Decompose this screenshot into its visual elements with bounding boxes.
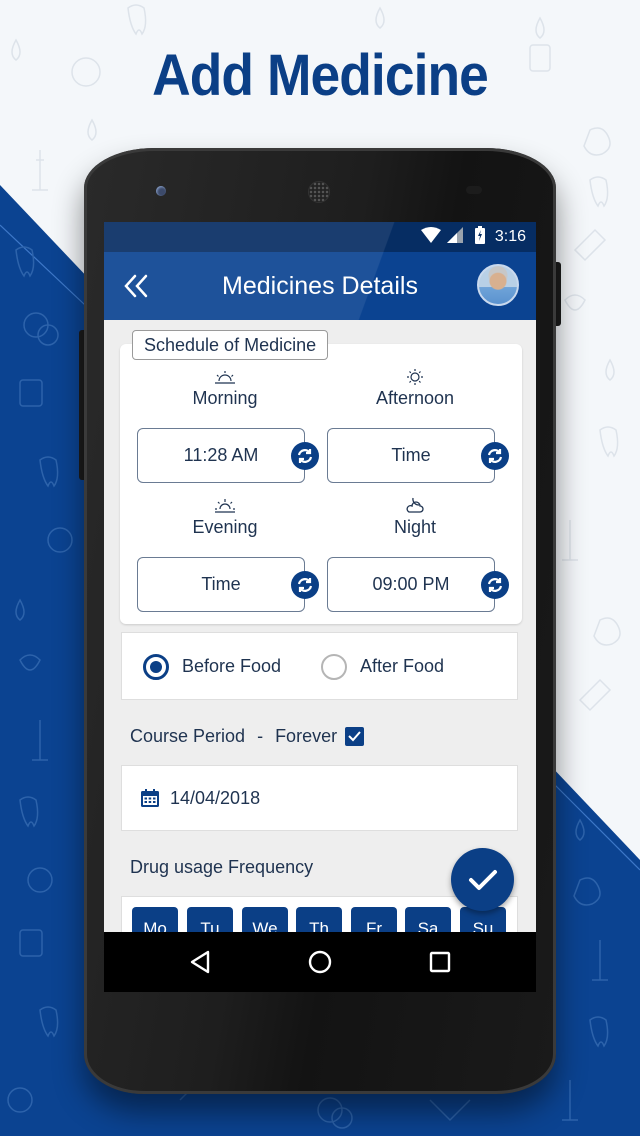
refresh-icon	[297, 578, 313, 592]
checkmark-icon	[348, 731, 361, 742]
afternoon-time-field[interactable]: Time	[327, 428, 495, 483]
calendar-icon	[141, 789, 159, 807]
schedule-card: Morning 11:28 AM Afternoon Time Evening …	[120, 344, 522, 624]
phone-screen: 3:16 Medicines Details Schedule of Medic…	[104, 222, 536, 992]
recents-square-icon	[429, 951, 451, 973]
phone-camera	[156, 186, 166, 196]
night-refresh-button[interactable]	[481, 571, 509, 599]
back-triangle-icon	[190, 950, 210, 974]
course-period-separator: -	[257, 726, 264, 746]
sunrise-icon	[140, 370, 310, 384]
frequency-label: Drug usage Frequency	[130, 857, 314, 877]
sun-icon	[330, 368, 500, 386]
forever-checkbox[interactable]	[345, 727, 365, 746]
afternoon-label: Afternoon	[375, 388, 455, 408]
status-time: 3:16	[494, 228, 526, 245]
before-food-label[interactable]: Before Food	[182, 656, 281, 677]
status-bar: 3:16	[104, 222, 536, 252]
wifi-icon	[420, 226, 441, 248]
nav-back-button[interactable]	[186, 948, 214, 976]
phone-sensor	[466, 186, 482, 194]
morning-refresh-button[interactable]	[291, 442, 319, 470]
app-bar: Medicines Details	[104, 252, 536, 320]
promo-title: Add Medicine	[152, 43, 489, 108]
evening-time-field[interactable]: Time	[137, 557, 305, 612]
evening-refresh-button[interactable]	[291, 571, 319, 599]
course-period-label: Course Period	[130, 726, 246, 746]
user-avatar[interactable]	[477, 264, 519, 306]
cell-signal-icon	[446, 226, 463, 248]
refresh-icon	[487, 578, 503, 592]
course-period-row: Course Period - Forever	[130, 726, 365, 747]
morning-time-field[interactable]: 11:28 AM	[137, 428, 305, 483]
home-circle-icon	[308, 950, 332, 974]
start-date-value: 14/04/2018	[170, 787, 261, 808]
nav-recents-button[interactable]	[426, 948, 454, 976]
moon-cloud-icon	[330, 496, 500, 514]
after-food-label[interactable]: After Food	[360, 656, 444, 677]
refresh-icon	[487, 449, 503, 463]
android-nav-bar	[104, 932, 536, 992]
schedule-legend: Schedule of Medicine	[132, 330, 329, 360]
afternoon-refresh-button[interactable]	[481, 442, 509, 470]
battery-charging-icon	[474, 225, 485, 249]
checkmark-icon	[468, 869, 497, 890]
sunset-icon	[140, 498, 310, 514]
forever-label: Forever	[275, 726, 338, 746]
refresh-icon	[297, 449, 313, 463]
before-food-radio[interactable]	[143, 654, 169, 680]
form-content: Schedule of Medicine Morning 11:28 AM Af…	[104, 320, 536, 956]
after-food-radio[interactable]	[321, 654, 347, 680]
nav-home-button[interactable]	[306, 948, 334, 976]
food-timing-group: Before Food After Food	[121, 632, 518, 700]
start-date-field[interactable]: 14/04/2018	[121, 765, 518, 831]
phone-speaker	[308, 181, 330, 203]
page-title: Medicines Details	[222, 272, 418, 300]
night-time-field[interactable]: 09:00 PM	[327, 557, 495, 612]
evening-label: Evening	[192, 517, 258, 537]
morning-label: Morning	[192, 388, 258, 408]
night-label: Night	[393, 517, 437, 537]
save-fab-button[interactable]	[451, 848, 514, 911]
